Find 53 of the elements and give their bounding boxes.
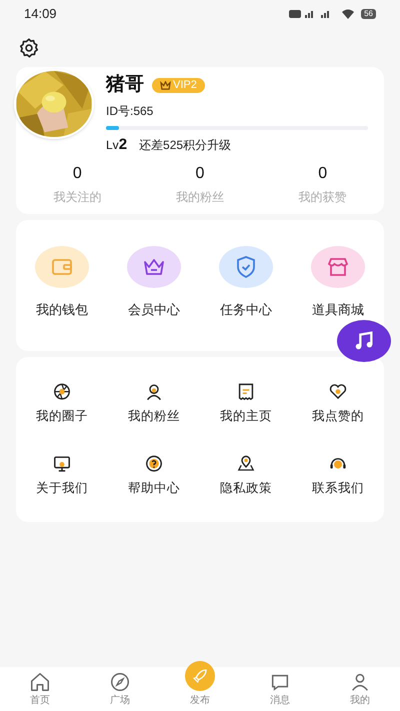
feature-item[interactable]: 会员中心 bbox=[108, 246, 200, 320]
status-time: 14:09 bbox=[24, 5, 57, 24]
nav-tab[interactable]: 我的 bbox=[320, 671, 400, 708]
feature-label: 我的钱包 bbox=[36, 301, 88, 319]
feature-item[interactable]: 道具商城 bbox=[292, 246, 384, 320]
menu-item[interactable]: 隐私政策 bbox=[200, 454, 292, 498]
feature-label: 道具商城 bbox=[312, 301, 364, 319]
stat-value: 0 bbox=[72, 164, 82, 184]
feature-item[interactable]: 任务中心 bbox=[200, 246, 292, 320]
stat-value: 0 bbox=[318, 164, 328, 184]
wifi-icon bbox=[341, 9, 356, 19]
vip-badge: VIP2 bbox=[152, 78, 205, 93]
nav-tab[interactable]: 消息 bbox=[240, 671, 320, 708]
menu-label: 帮助中心 bbox=[128, 480, 180, 498]
feature-label: 会员中心 bbox=[128, 301, 180, 319]
person-icon bbox=[349, 671, 371, 693]
rocket-icon bbox=[191, 667, 209, 685]
menu-item[interactable]: 帮助中心 bbox=[108, 454, 200, 498]
level-number: 2 bbox=[118, 134, 128, 154]
feature-item[interactable]: 我的钱包 bbox=[16, 246, 108, 320]
menu-label: 我的圈子 bbox=[36, 408, 88, 426]
nav-label: 我的 bbox=[350, 694, 370, 708]
settings-icon[interactable] bbox=[18, 37, 40, 59]
menu-label: 联系我们 bbox=[312, 480, 364, 498]
menu-item[interactable]: 联系我们 bbox=[292, 454, 384, 498]
stat-value: 0 bbox=[196, 164, 204, 184]
menu-item[interactable]: 我点赞的 bbox=[292, 382, 384, 426]
feature-label: 任务中心 bbox=[220, 301, 272, 319]
nav-label: 消息 bbox=[270, 694, 290, 708]
crown-icon bbox=[160, 80, 171, 90]
level-label: Lv bbox=[106, 136, 119, 154]
nav-label: 发布 bbox=[190, 694, 210, 708]
user-id: ID号:565 bbox=[106, 102, 154, 120]
upgrade-hint: 还差525积分升级 bbox=[139, 136, 232, 154]
menu-item[interactable]: 关于我们 bbox=[16, 454, 108, 498]
nav-tab[interactable]: 广场 bbox=[80, 671, 160, 708]
nav-tab[interactable]: 首页 bbox=[0, 671, 80, 708]
user-name: 猪哥 bbox=[106, 73, 144, 97]
menu-label: 我点赞的 bbox=[312, 408, 364, 426]
menu-label: 我的粉丝 bbox=[128, 408, 180, 426]
music-note-icon bbox=[353, 330, 375, 352]
menu-item[interactable]: 我的圈子 bbox=[16, 382, 108, 426]
nav-tab[interactable]: 发布 bbox=[160, 661, 240, 708]
menu-label: 关于我们 bbox=[36, 480, 88, 498]
compass-icon bbox=[109, 671, 131, 693]
menu-item[interactable]: 我的粉丝 bbox=[108, 382, 200, 426]
home-icon bbox=[29, 671, 51, 693]
battery-indicator: 56 bbox=[361, 9, 376, 19]
menu-label: 我的主页 bbox=[220, 408, 272, 426]
nav-label: 广场 bbox=[110, 694, 130, 708]
menu-label: 隐私政策 bbox=[220, 480, 272, 498]
nav-label: 首页 bbox=[30, 694, 50, 708]
menu-item[interactable]: 我的主页 bbox=[200, 382, 292, 426]
